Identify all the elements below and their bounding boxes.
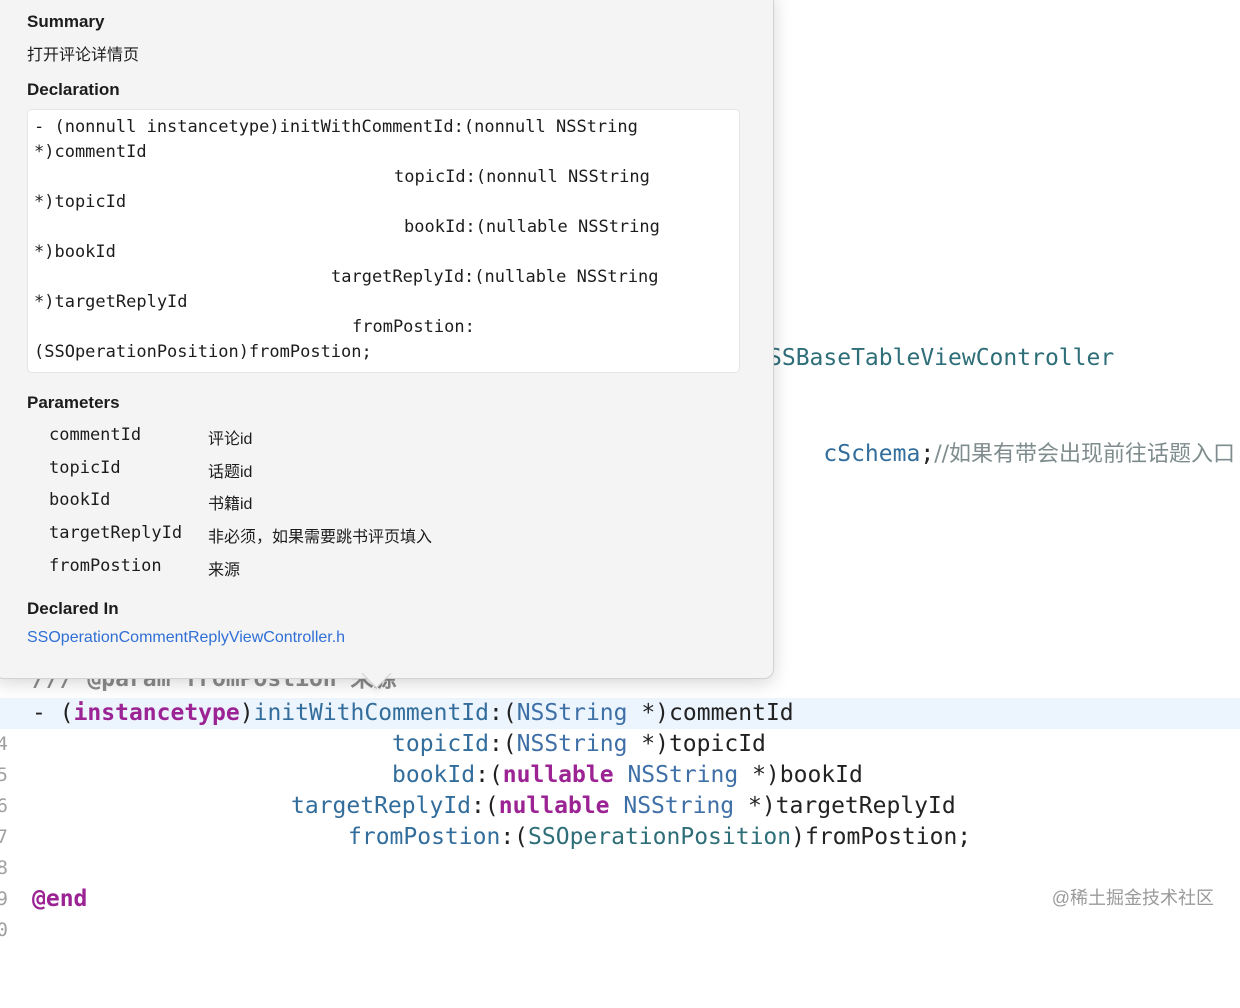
param-desc: 评论id xyxy=(208,431,253,448)
schema-property: cSchema xyxy=(823,441,921,467)
declaration-line: targetReplyId:(nullable NSString xyxy=(331,267,659,287)
declaration-line: - (nonnull instancetype)initWithCommentI… xyxy=(34,117,638,137)
param-name: commentId xyxy=(49,425,142,445)
param-name: bookId xyxy=(49,490,111,510)
topic-code: topicId:(NSString *)topicId xyxy=(392,731,766,757)
declaration-line: *)commentId xyxy=(34,142,147,162)
code-line-target[interactable]: 7 targetReplyId:(nullable NSString *)tar… xyxy=(0,791,1240,848)
declaration-line: bookId:(nullable NSString xyxy=(404,217,660,237)
quick-help-popover[interactable]: Summary 打开评论详情页 Declaration - (nonnull i… xyxy=(0,0,774,689)
target-code: targetReplyId:(nullable NSString *)targe… xyxy=(291,793,956,819)
code-line-book[interactable]: 6 bookId:(nullable NSString *)bookId xyxy=(0,760,1240,817)
watermark: @稀土掘金技术社区 xyxy=(1051,888,1214,908)
superclass-text: SSBaseTableViewController xyxy=(768,345,1115,371)
summary-heading: Summary xyxy=(27,12,105,31)
end-keyword: @end xyxy=(32,886,88,912)
code-line-blank[interactable]: 9 xyxy=(0,853,1240,910)
declaration-line: fromPostion: xyxy=(352,317,475,337)
declaration-line: *)targetReplyId xyxy=(34,292,188,312)
declaration-line: topicId:(nonnull NSString xyxy=(394,167,650,187)
init-code: - (instancetype)initWithCommentId:(NSStr… xyxy=(32,700,794,726)
book-code: bookId:(nullable NSString *)bookId xyxy=(392,762,863,788)
schema-comment: //如果有带会出现前往话题入口 xyxy=(934,442,1236,467)
param-desc: 来源 xyxy=(208,562,241,579)
declared-in-heading: Declared In xyxy=(27,599,119,618)
declaration-heading: Declaration xyxy=(27,80,120,99)
param-desc: 书籍id xyxy=(208,496,253,513)
code-line-topic[interactable]: 5 topicId:(NSString *)topicId xyxy=(0,729,1240,786)
summary-text: 打开评论详情页 xyxy=(27,47,140,64)
declaration-line: *)bookId xyxy=(34,242,116,262)
declaration-code-box: - (nonnull instancetype)initWithCommentI… xyxy=(27,109,740,373)
param-desc: 话题id xyxy=(208,464,253,481)
init-selector: initWithCommentId xyxy=(253,700,489,726)
declared-in-file-link[interactable]: SSOperationCommentReplyViewController.h xyxy=(27,629,345,647)
schema-line-fragment: cSchema;//如果有带会出现前往话题入口 xyxy=(823,441,1236,467)
from-code: fromPostion:(SSOperationPosition)fromPos… xyxy=(348,824,972,850)
declaration-line: (SSOperationPosition)fromPostion; xyxy=(34,342,372,362)
param-name: topicId xyxy=(49,458,121,478)
nsstring-type: NSString xyxy=(516,700,628,726)
instancetype-keyword: instancetype xyxy=(73,700,240,726)
param-desc: 非必须，如果需要跳书评页填入 xyxy=(208,529,433,546)
declaration-line: *)topicId xyxy=(34,192,127,212)
parameters-heading: Parameters xyxy=(27,393,120,412)
code-line-from[interactable]: 8 fromPostion:(SSOperationPosition)fromP… xyxy=(0,822,1240,879)
param-name: targetReplyId xyxy=(49,523,183,543)
code-line-init[interactable]: 4 - (instancetype)initWithCommentId:(NSS… xyxy=(0,698,1240,755)
param-name: fromPostion xyxy=(49,556,162,576)
